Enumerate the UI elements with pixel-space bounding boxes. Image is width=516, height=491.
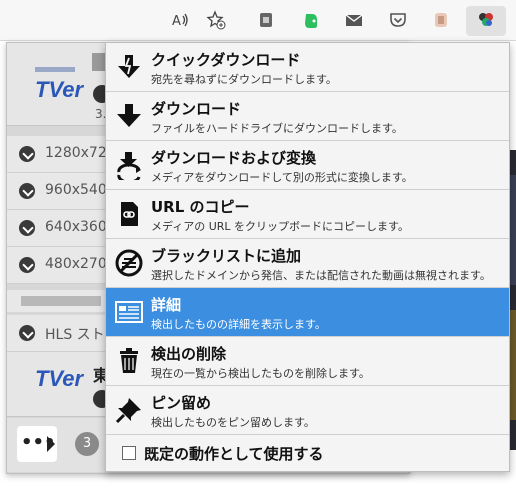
download-circle-icon (19, 220, 35, 236)
menu-item-download[interactable]: ダウンロード ファイルをハードドライブにダウンロードします。 (106, 92, 509, 141)
download-circle-icon (19, 183, 35, 199)
video-downloader-icon[interactable] (476, 10, 496, 30)
action-context-menu: クイックダウンロード 宛先を尋ねずにダウンロードします。 ダウンロード ファイル… (105, 42, 510, 472)
download-circle-icon (19, 257, 35, 273)
menu-item-desc: 現在の一覧から検出したものを削除します。 (151, 367, 370, 380)
resolution-row[interactable]: 1280x72 (7, 136, 107, 173)
menu-item-title: URL のコピー (151, 198, 250, 216)
menu-item-title: ピン留め (151, 394, 212, 412)
submenu-arrow-icon (47, 436, 55, 452)
menu-item-desc: 宛先を尋ねずにダウンロードします。 (151, 73, 337, 86)
details-icon (114, 297, 144, 327)
default-action-label: 既定の動作として使用する (144, 445, 324, 463)
menu-item-desc: 検出したものをピン留めします。 (151, 416, 315, 429)
pocket-icon[interactable] (388, 10, 408, 30)
tver-tagline (35, 67, 75, 72)
menu-item-pin[interactable]: ピン留め 検出したものをピン留めします。 (106, 386, 509, 435)
media-count-badge: 3 (75, 432, 99, 456)
blurred-row (7, 290, 107, 312)
resolution-row[interactable]: 960x540 (7, 173, 107, 210)
menu-item-title: ブラックリストに追加 (151, 247, 302, 265)
evernote-icon[interactable] (301, 10, 321, 30)
menu-item-copy-url[interactable]: URL のコピー メディアの URL をクリップボードにコピーします。 (106, 190, 509, 239)
mail-icon[interactable] (344, 10, 364, 30)
menu-item-desc: メディアをダウンロードして別の形式に変換します。 (151, 171, 413, 184)
more-actions-button[interactable]: ••• (17, 426, 57, 462)
trash-icon (114, 346, 144, 376)
menu-item-download-convert[interactable]: ダウンロードおよび変換 メディアをダウンロードして別の形式に変換します。 (106, 141, 509, 190)
resolution-label: 480x270 (45, 256, 107, 272)
resolution-label: 640x360 (45, 219, 107, 235)
menu-item-desc: ファイルをハードドライブにダウンロードします。 (151, 122, 403, 135)
extension-icon-2[interactable] (431, 10, 451, 30)
menu-item-remove[interactable]: 検出の削除 現在の一覧から検出したものを削除します。 (106, 337, 509, 386)
download-icon (114, 101, 144, 131)
menu-item-title: 検出の削除 (151, 345, 227, 363)
pin-icon (114, 395, 144, 425)
resolution-label: 1280x72 (45, 145, 107, 161)
menu-item-desc: 選択したドメインから発信、または配信された動画は無視されます。 (151, 269, 491, 282)
tver-logo: TVer (35, 366, 84, 391)
menu-item-title: クイックダウンロード (151, 51, 301, 69)
default-action-option[interactable]: 既定の動作として使用する (106, 435, 509, 471)
menu-item-title: ダウンロードおよび変換 (151, 149, 317, 167)
blacklist-icon (114, 248, 144, 278)
menu-item-desc: メディアの URL をクリップボードにコピーします。 (151, 220, 409, 233)
menu-item-blacklist[interactable]: ブラックリストに追加 選択したドメインから発信、または配信された動画は無視されま… (106, 239, 509, 288)
resolution-row[interactable]: 640x360 (7, 210, 107, 247)
copy-url-icon (114, 199, 144, 229)
read-aloud-icon[interactable]: A (170, 10, 190, 30)
hls-stream-row[interactable]: HLS スト (7, 315, 107, 352)
media-card[interactable]: TVer 3. (7, 43, 111, 126)
download-convert-icon (114, 150, 144, 180)
popup-footer: ••• 3 (7, 418, 107, 472)
menu-item-title: 詳細 (151, 296, 182, 314)
hls-stream-label: HLS スト (45, 327, 105, 343)
extension-icon[interactable] (256, 10, 276, 30)
add-favorite-icon[interactable] (206, 10, 226, 30)
resolution-row[interactable]: 480x270 (7, 247, 107, 284)
quick-download-icon (114, 52, 144, 82)
default-action-checkbox[interactable] (122, 446, 136, 460)
browser-toolbar: A (0, 0, 516, 41)
menu-item-title: ダウンロード (151, 100, 242, 118)
resolution-label: 960x540 (45, 182, 107, 198)
tver-logo: TVer (35, 77, 84, 102)
media-card-2[interactable]: TVer 東 (7, 352, 111, 417)
svg-text:A: A (172, 14, 181, 29)
menu-item-desc: 検出したものの詳細を表示します。 (151, 318, 326, 331)
menu-item-details[interactable]: 詳細 検出したものの詳細を表示します。 (106, 288, 509, 337)
menu-item-quick-download[interactable]: クイックダウンロード 宛先を尋ねずにダウンロードします。 (106, 43, 509, 92)
download-circle-icon (19, 325, 35, 341)
download-circle-icon (19, 146, 35, 162)
